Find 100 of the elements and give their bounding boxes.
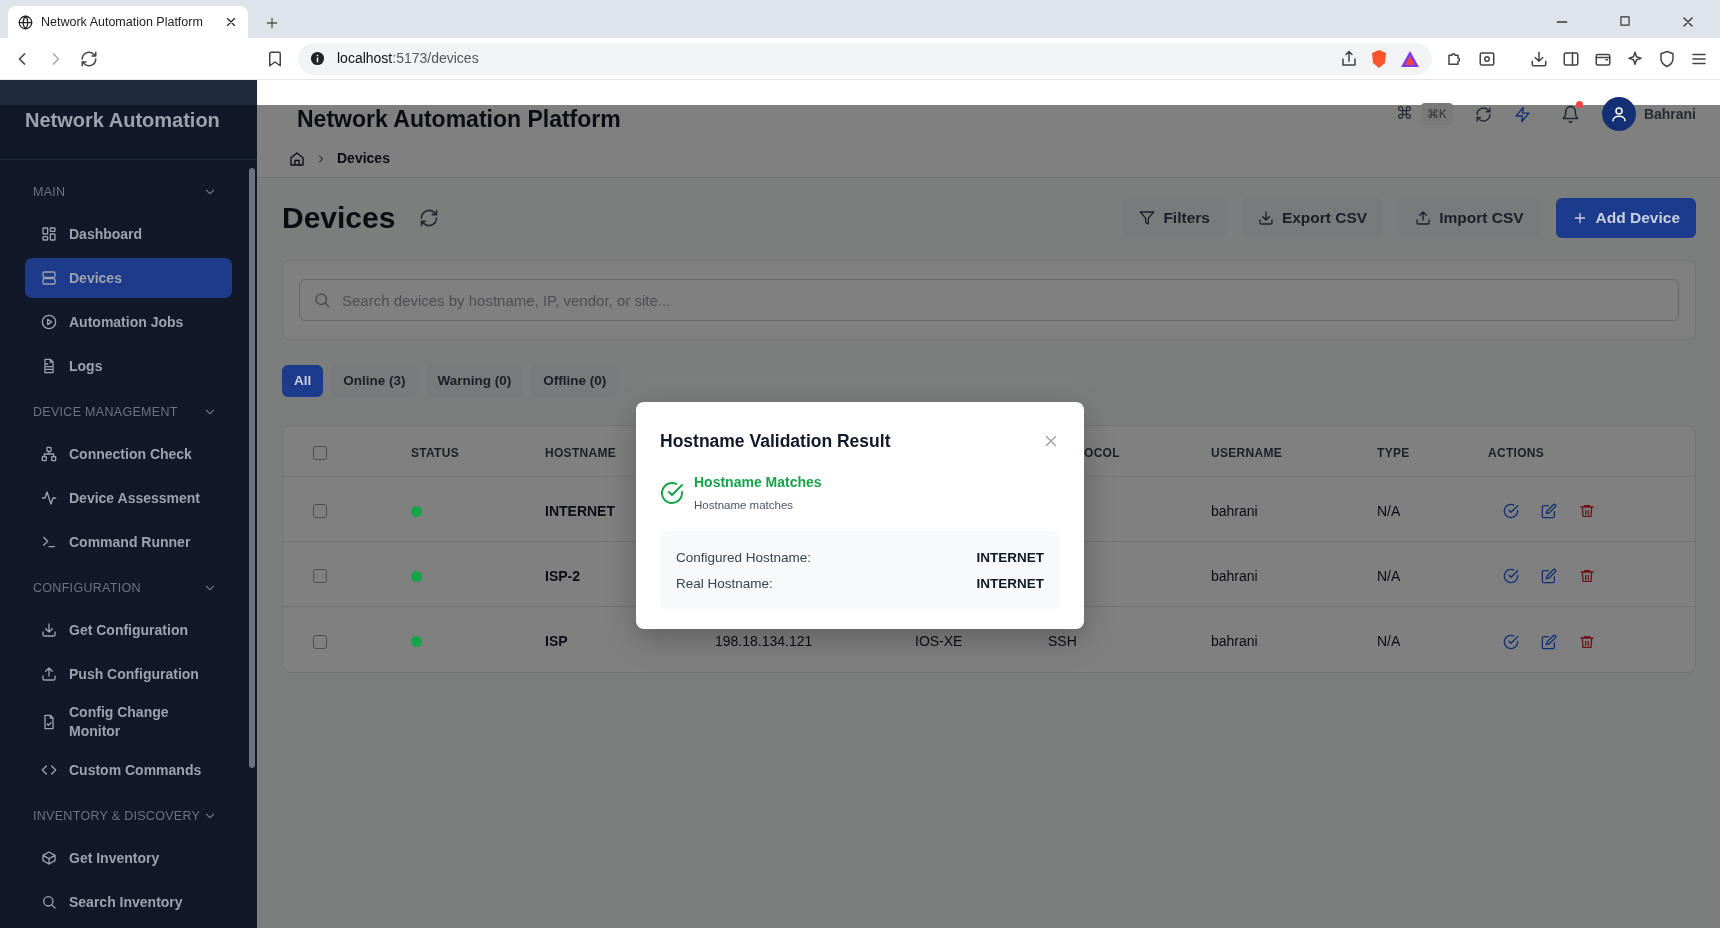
item-label: Logs: [69, 356, 103, 376]
url-text: localhost:5173/devices: [337, 49, 480, 68]
code-icon: [41, 762, 57, 778]
address-bar[interactable]: localhost:5173/devices: [298, 42, 1432, 75]
browser-tab[interactable]: Network Automation Platform: [8, 6, 248, 38]
refresh-icon[interactable]: [419, 208, 440, 228]
sidebar-icon[interactable]: [1562, 49, 1580, 68]
sidebar-item[interactable]: Search Inventory: [25, 882, 232, 922]
bookmark-icon[interactable]: [266, 49, 284, 68]
item-label: Dashboard: [69, 224, 143, 244]
breadcrumb-item[interactable]: Devices: [337, 148, 390, 169]
page-title: Devices: [282, 200, 396, 236]
sidebar-item[interactable]: Devices: [25, 258, 232, 298]
table-cell: IOS-XE: [915, 633, 963, 649]
sidebar-item[interactable]: Command Runner: [25, 522, 232, 562]
sidebar-item[interactable]: Get Configuration: [25, 610, 232, 650]
section-header[interactable]: DEVICE MANAGEMENT: [0, 390, 257, 434]
reload-icon[interactable]: [80, 49, 98, 68]
section-header[interactable]: MAIN: [0, 170, 257, 214]
row-checkbox[interactable]: [313, 634, 327, 649]
item-label: Device Assessment: [69, 488, 200, 508]
cube-icon: [41, 850, 57, 866]
triangle-icon[interactable]: [1400, 49, 1420, 68]
share-icon[interactable]: [1340, 49, 1358, 68]
edit-icon[interactable]: [1541, 568, 1557, 584]
sidebar-item[interactable]: Get Inventory: [25, 838, 232, 878]
shield-icon[interactable]: [1370, 48, 1388, 69]
scrollbar[interactable]: [249, 168, 255, 768]
validate-icon[interactable]: [1503, 568, 1519, 584]
command-glyph: ⌘: [1395, 103, 1413, 126]
refresh-icon[interactable]: [1474, 105, 1492, 123]
user-name[interactable]: Bahrani: [1643, 103, 1696, 125]
result-title: Hostname Matches: [694, 473, 822, 493]
sidebar-item[interactable]: Automation Jobs: [25, 302, 232, 342]
globe-icon: [18, 14, 33, 30]
close-tab-icon[interactable]: [224, 15, 238, 29]
table-cell: N/A: [1377, 567, 1401, 584]
section-header[interactable]: CONFIGURATION: [0, 566, 257, 610]
row-checkbox[interactable]: [313, 504, 327, 518]
server-icon: [41, 270, 57, 286]
document-icon: [41, 358, 57, 374]
column-header: OCOL: [1083, 446, 1120, 460]
edit-icon[interactable]: [1541, 503, 1557, 519]
column-header: STATUS: [411, 446, 460, 460]
column-header: USERNAME: [1211, 446, 1283, 460]
edit-icon[interactable]: [1541, 633, 1557, 650]
search-icon: [313, 291, 331, 309]
upload-icon: [1415, 210, 1432, 226]
info-icon[interactable]: [310, 51, 325, 66]
filter-tab[interactable]: All: [282, 365, 324, 397]
validate-icon[interactable]: [1503, 633, 1519, 650]
detail-value: INTERNET: [976, 574, 1044, 593]
maximize-icon[interactable]: [1618, 14, 1632, 28]
item-label: Get Configuration: [69, 620, 188, 640]
home-icon[interactable]: [289, 150, 305, 167]
window-icon[interactable]: [1478, 49, 1496, 68]
table-cell: SSH: [1048, 633, 1077, 649]
item-label: Automation Jobs: [69, 312, 184, 332]
item-label: Get Inventory: [69, 848, 160, 868]
table-cell: N/A: [1377, 502, 1401, 519]
tab-title: Network Automation Platform: [41, 13, 204, 31]
delete-icon[interactable]: [1579, 503, 1595, 519]
detail-label: Real Hostname:: [676, 574, 773, 593]
download-icon[interactable]: [1530, 49, 1548, 68]
item-label: Connection Check: [69, 444, 192, 464]
section-header[interactable]: INVENTORY & DISCOVERY: [0, 794, 257, 838]
table-cell: 198.18.134.121: [715, 633, 813, 649]
delete-icon[interactable]: [1579, 568, 1595, 584]
detail-value: INTERNET: [976, 548, 1044, 567]
download-icon: [1257, 210, 1274, 226]
lightning-icon[interactable]: [1513, 105, 1531, 123]
sidebar-title: Network Automation: [25, 108, 220, 133]
item-label: Devices: [69, 268, 122, 288]
select-all-checkbox[interactable]: [313, 446, 327, 460]
toolbar-button[interactable]: Add Device: [1555, 198, 1696, 238]
sidebar-item[interactable]: Connection Check: [25, 434, 232, 474]
user-avatar[interactable]: [1601, 97, 1636, 131]
table-cell: bahrani: [1211, 567, 1258, 584]
sidebar-item[interactable]: Push Configuration: [25, 654, 232, 694]
row-checkbox[interactable]: [313, 569, 327, 583]
app-title: Network Automation Platform: [297, 107, 621, 133]
sidebar-item[interactable]: Config Change Monitor: [25, 698, 232, 746]
column-header: ACTIONS: [1488, 446, 1545, 460]
result-message: Hostname matches: [694, 498, 795, 514]
shield-outline-icon[interactable]: [1658, 49, 1676, 68]
shortcut-hint: ⌘K: [1420, 103, 1453, 125]
sidebar-item[interactable]: Logs: [25, 346, 232, 386]
table-cell: ISP: [545, 633, 568, 649]
validate-icon[interactable]: [1503, 503, 1519, 519]
item-label: Custom Commands: [69, 760, 202, 780]
item-label: Search Inventory: [69, 892, 183, 912]
table-cell: INTERNET: [545, 502, 615, 519]
table-cell: bahrani: [1211, 633, 1258, 649]
play-icon: [41, 314, 57, 330]
delete-icon[interactable]: [1579, 633, 1595, 650]
sidebar-item[interactable]: Dashboard: [25, 214, 232, 254]
sidebar-item[interactable]: Device Assessment: [25, 478, 232, 518]
sparkle-icon[interactable]: [1626, 49, 1644, 68]
sidebar-item[interactable]: Custom Commands: [25, 750, 232, 790]
notification-bell[interactable]: [1560, 104, 1580, 124]
